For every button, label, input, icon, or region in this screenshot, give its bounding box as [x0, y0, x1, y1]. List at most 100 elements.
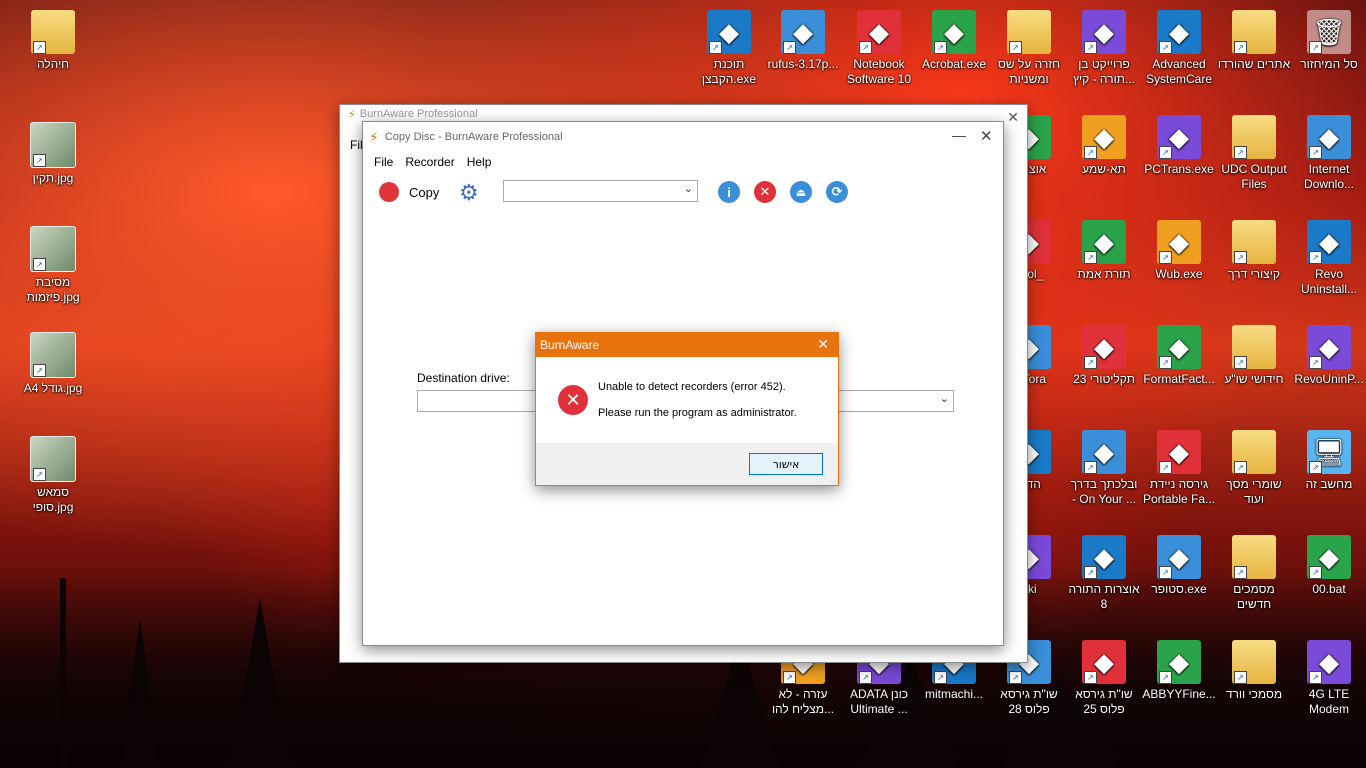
ok-button[interactable]: אישור — [749, 453, 823, 475]
stop-button[interactable]: ✕ — [754, 181, 776, 203]
shortcut-arrow-icon: ↗ — [1309, 41, 1322, 54]
app-icon: ◆↗ — [1157, 10, 1201, 54]
shortcut-arrow-icon: ↗ — [1309, 356, 1322, 369]
desktop-icon[interactable]: ◆ ↗ ובלכתך בדרך - On Your ... — [1067, 430, 1141, 507]
desktop-icon[interactable]: ◆ ↗ פרוייקט בן תורה - קיץ... — [1067, 10, 1141, 87]
desktop-icon[interactable]: ◆ ↗ תא-שמע — [1067, 115, 1141, 177]
desktop-icon[interactable]: 🗑 ↗ סל המיחזור — [1292, 10, 1366, 72]
menu-help[interactable]: Help — [461, 155, 498, 169]
menu-file[interactable]: File — [368, 155, 399, 169]
shortcut-arrow-icon: ↗ — [1309, 461, 1322, 474]
source-drive-select[interactable]: ⌄ — [503, 180, 698, 202]
dialog-body: ✕ Unable to detect recorders (error 452)… — [536, 357, 838, 443]
shortcut-arrow-icon: ↗ — [1234, 461, 1247, 474]
desktop-icon[interactable]: ↗ מסמכים חדשים — [1217, 535, 1291, 612]
copy-window-titlebar[interactable]: ⚡ Copy Disc - BurnAware Professional — ✕ — [363, 122, 1003, 152]
shortcut-arrow-icon: ↗ — [1309, 251, 1322, 264]
menu-bar: File Recorder Help — [363, 152, 1003, 172]
main-window-menu-fragment[interactable]: Fil — [350, 138, 363, 152]
desktop-icon-label: Internet Downlo... — [1303, 162, 1355, 191]
desktop-icon[interactable]: ↗ מסיבת פיזמות.jpg — [16, 226, 90, 305]
app-icon: ◆↗ — [1082, 535, 1126, 579]
app-icon: ◆↗ — [707, 10, 751, 54]
desktop-icon[interactable]: ◆ ↗ גירסה ניידת Portable Fa... — [1142, 430, 1216, 507]
app-icon: ◆↗ — [1307, 535, 1351, 579]
dialog-titlebar[interactable]: BurnAware ✕ — [536, 333, 838, 357]
shortcut-arrow-icon: ↗ — [709, 41, 722, 54]
desktop-icon[interactable]: ↗ חידושי שו"ע — [1217, 325, 1291, 387]
folder-icon: ↗ — [1232, 325, 1276, 369]
desktop-icon-label: עזרה - לא מצליח להו... — [771, 687, 835, 716]
desktop-icon-label: פרוייקט בן תורה - קיץ... — [1073, 57, 1135, 86]
shortcut-arrow-icon: ↗ — [1159, 146, 1172, 159]
shortcut-arrow-icon: ↗ — [1234, 146, 1247, 159]
desktop-icon[interactable]: ↗ חיהלה — [16, 10, 90, 72]
desktop-icon[interactable]: ◆ ↗ תורת אמת — [1067, 220, 1141, 282]
shortcut-arrow-icon: ↗ — [1084, 146, 1097, 159]
desktop-icon[interactable]: ◆ ↗ ABBYYFine... — [1142, 640, 1216, 702]
info-button[interactable]: i — [718, 181, 740, 203]
desktop-icon-label: סל המיחזור — [1300, 57, 1358, 71]
desktop-icon[interactable]: ↗ תקין.jpg — [16, 122, 90, 186]
desktop-icon[interactable]: ↗ חזרה על שס ומשניות — [992, 10, 1066, 87]
desktop-icon[interactable]: ◆ ↗ Acrobat.exe — [917, 10, 991, 72]
app-icon: ◆↗ — [1082, 430, 1126, 474]
desktop-icon[interactable]: ↗ סמאש סופי.jpg — [16, 436, 90, 515]
refresh-button[interactable]: ⟳ — [826, 181, 848, 203]
destination-drive-label: Destination drive: — [417, 371, 510, 385]
eject-button[interactable]: ⏏ — [790, 181, 812, 203]
desktop-icon[interactable]: ↗ אתרים שהורדו — [1217, 10, 1291, 72]
desktop-icon[interactable]: 🖥 ↗ מחשב זה — [1292, 430, 1366, 492]
close-icon[interactable]: ✕ — [1007, 109, 1019, 126]
desktop-icon-label: סמאש סופי.jpg — [32, 485, 74, 514]
desktop-icon[interactable]: ◆ ↗ Revo Uninstall... — [1292, 220, 1366, 297]
desktop-icon-label: ADATA כונן Ultimate ... — [849, 687, 909, 716]
minimize-icon[interactable]: — — [952, 127, 966, 143]
desktop-icon-label: Acrobat.exe — [921, 57, 987, 71]
app-icon: ◆↗ — [1157, 115, 1201, 159]
desktop-icon[interactable]: ◆ ↗ 00.bat — [1292, 535, 1366, 597]
error-icon: ✕ — [558, 385, 588, 415]
copy-button[interactable]: Copy — [379, 182, 439, 202]
desktop-icon[interactable]: ↗ מסמכי וורד — [1217, 640, 1291, 702]
error-dialog[interactable]: BurnAware ✕ ✕ Unable to detect recorders… — [535, 332, 839, 486]
menu-recorder[interactable]: Recorder — [399, 155, 460, 169]
desktop-icon[interactable]: ◆ ↗ סטופר.exe — [1142, 535, 1216, 597]
desktop-icon[interactable]: ↗ קיצורי דרך — [1217, 220, 1291, 282]
shortcut-arrow-icon: ↗ — [934, 41, 947, 54]
desktop-icon[interactable]: ↗ UDC Output Files — [1217, 115, 1291, 192]
desktop-icon[interactable]: ◆ ↗ Internet Downlo... — [1292, 115, 1366, 192]
burnaware-app-icon: ⚡ — [348, 108, 356, 121]
desktop-icon-label: UDC Output Files — [1221, 162, 1287, 191]
desktop-icon-label: ABBYYFine... — [1142, 687, 1216, 701]
desktop-icon[interactable]: ◆ ↗ Wub.exe — [1142, 220, 1216, 282]
burnaware-app-icon: ⚡ — [369, 128, 379, 145]
desktop-icon[interactable]: ◆ ↗ תוכנת הקבצן.exe — [692, 10, 766, 87]
close-icon[interactable]: ✕ — [980, 127, 993, 145]
shortcut-arrow-icon: ↗ — [1309, 566, 1322, 579]
shortcut-arrow-icon: ↗ — [1234, 356, 1247, 369]
desktop-icon[interactable]: ◆ ↗ FormatFact... — [1142, 325, 1216, 387]
desktop-icon[interactable]: ◆ ↗ Advanced SystemCare — [1142, 10, 1216, 87]
desktop-icon[interactable]: ◆ ↗ 23 תקליטורי — [1067, 325, 1141, 387]
folder-icon: ↗ — [31, 10, 75, 54]
desktop-icon-label: קיצורי דרך — [1228, 267, 1280, 281]
shortcut-arrow-icon: ↗ — [783, 41, 796, 54]
close-icon[interactable]: ✕ — [817, 336, 829, 353]
shortcut-arrow-icon: ↗ — [1234, 566, 1247, 579]
app-icon: ◆↗ — [1082, 325, 1126, 369]
record-icon — [379, 182, 399, 202]
desktop-icon[interactable]: ↗ A4 גודל.jpg — [16, 332, 90, 396]
desktop-icon[interactable]: ↗ שומרי מסך ועוד — [1217, 430, 1291, 507]
desktop-icon[interactable]: ◆ ↗ PCTrans.exe — [1142, 115, 1216, 177]
desktop-icon[interactable]: ◆ ↗ Notebook Software 10 — [842, 10, 916, 87]
desktop-icon[interactable]: ◆ ↗ שו"ת גירסא פלוס 25 — [1067, 640, 1141, 717]
desktop-icon[interactable]: ◆ ↗ 4G LTE Modem — [1292, 640, 1366, 717]
photo-icon: ↗ — [30, 226, 76, 272]
dialog-title: BurnAware — [540, 338, 600, 352]
gear-icon[interactable]: ⚙ — [459, 180, 479, 206]
desktop-icon[interactable]: ◆ ↗ אוצרות התורה 8 — [1067, 535, 1141, 612]
desktop-icon[interactable]: ◆ ↗ RevoUninP... — [1292, 325, 1366, 387]
shortcut-arrow-icon: ↗ — [1084, 461, 1097, 474]
desktop-icon[interactable]: ◆ ↗ rufus-3.17p... — [766, 10, 840, 72]
